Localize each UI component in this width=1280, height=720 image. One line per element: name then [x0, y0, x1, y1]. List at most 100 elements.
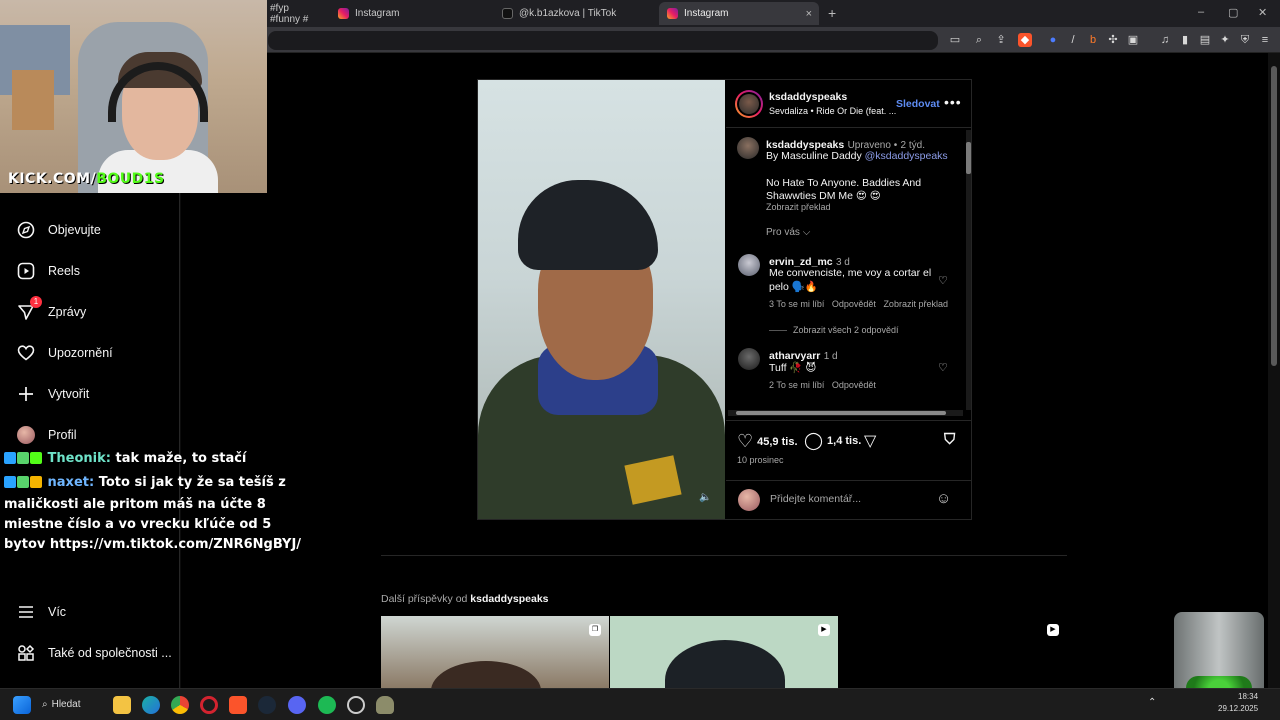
leo-ai-icon[interactable]: ✦ [1218, 33, 1232, 47]
comment-age: 1 d [823, 351, 838, 362]
taskbar-clock[interactable]: 18:34 29.12.2025 [1218, 691, 1258, 715]
tab-label: Instagram [684, 8, 729, 19]
caption-mention[interactable]: @ksdaddyspeaks [865, 150, 948, 162]
tab-instagram-active[interactable]: Instagram × [659, 2, 819, 25]
reply-button[interactable]: Odpovědět [832, 299, 876, 309]
brave-icon[interactable] [229, 696, 247, 714]
extension-icon[interactable]: b [1086, 33, 1100, 47]
heart-icon: ♡ [737, 431, 754, 451]
comments-scrollbar[interactable] [966, 130, 971, 410]
chrome-icon[interactable] [171, 696, 189, 714]
tab-instagram-1[interactable]: Instagram [330, 2, 490, 25]
comments-horizontal-scrollbar[interactable] [728, 410, 963, 416]
share-icon[interactable]: ▽ [864, 431, 876, 451]
extension-icon[interactable]: ● [1046, 33, 1060, 47]
caption-text: By Masculine Daddy [766, 150, 865, 162]
sidebar-item-profile[interactable]: Profil [16, 424, 76, 446]
close-tab-icon[interactable]: × [806, 8, 812, 20]
brave-shields-icon[interactable]: ◆ [1018, 33, 1032, 47]
like-comment-icon[interactable]: ♡ [938, 361, 948, 374]
sidebar-item-label: Reels [48, 264, 80, 278]
music-icon[interactable]: ♫ [1158, 33, 1172, 47]
author-avatar[interactable] [735, 90, 763, 118]
sidebar-item-messages[interactable]: 1 Zprávy [16, 296, 86, 323]
puzzle-icon[interactable]: ✣ [1106, 33, 1120, 47]
vpn-icon[interactable]: ⛨ [1238, 33, 1252, 47]
more-posts-username[interactable]: ksdaddyspeaks [470, 593, 548, 605]
sidebar-item-explore[interactable]: Objevujte [16, 219, 101, 241]
discord-icon[interactable] [288, 696, 306, 714]
edge-icon[interactable] [142, 696, 160, 714]
reel-video[interactable] [478, 80, 725, 519]
comment-avatar[interactable] [738, 254, 760, 276]
new-tab-button[interactable]: + [828, 5, 836, 21]
comment-avatar[interactable] [738, 348, 760, 370]
sidebar-item-also-from-meta[interactable]: Také od společnosti ... [16, 642, 172, 664]
steam-icon[interactable] [258, 696, 276, 714]
comment-header: atharvyarr 1 d [769, 348, 838, 362]
sidebar-icon[interactable]: ▮ [1178, 33, 1192, 47]
follow-button[interactable]: Sledovat [896, 98, 940, 110]
more-post-thumbnail[interactable]: ▶ [839, 616, 1067, 688]
sidebar-item-more[interactable]: Víc [16, 601, 66, 623]
zoom-icon[interactable]: ⌕ [972, 33, 986, 47]
instagram-sidebar: Objevujte Reels 1 Zprávy Upozornění Vytv… [0, 193, 180, 688]
more-post-thumbnail[interactable]: ▶ [610, 616, 838, 688]
wallet-icon[interactable]: ▤ [1198, 33, 1212, 47]
translate-button[interactable]: Zobrazit překlad [883, 299, 948, 309]
chat-username: naxet: [47, 475, 95, 490]
microphone-app-icon[interactable] [376, 696, 394, 714]
like-button[interactable]: ♡ 45,9 tis. [737, 431, 798, 452]
view-replies[interactable]: Zobrazit všech 2 odpovědí [769, 325, 899, 335]
comment-input[interactable]: Přidejte komentář... [770, 493, 861, 505]
extension-icon[interactable]: ▣ [1126, 33, 1140, 47]
address-bar[interactable] [268, 31, 938, 50]
bookmark-icon[interactable]: ⛉ [944, 431, 955, 448]
author-username[interactable]: ksdaddyspeaks [769, 91, 847, 103]
chevron-up-icon[interactable]: ⌃ [1148, 697, 1156, 708]
maximize-button[interactable]: ▢ [1228, 6, 1238, 19]
like-comment-icon[interactable]: ♡ [938, 274, 948, 287]
taskbar-search[interactable]: ⌕ Hledat [42, 694, 102, 714]
chat-username: Theonik: [47, 451, 111, 466]
emoji-icon[interactable]: ☺ [936, 490, 951, 507]
extension-icon[interactable]: / [1066, 33, 1080, 47]
obs-icon[interactable] [347, 696, 365, 714]
caption-header: ksdaddyspeaks Upraveno • 2 týd. [766, 137, 925, 151]
tab-fyp[interactable]: #fyp #funny # [262, 2, 324, 25]
page-scrollbar-thumb[interactable] [1271, 66, 1277, 366]
sidebar-item-create[interactable]: Vytvořit [16, 383, 89, 405]
video-subject-hair [518, 180, 658, 270]
close-window-button[interactable]: ✕ [1258, 6, 1267, 19]
clock-time: 18:34 [1238, 692, 1259, 701]
more-post-thumbnail[interactable]: ❐ [381, 616, 609, 688]
sidebar-item-reels[interactable]: Reels [16, 260, 80, 282]
chevron-down-icon: ⌵ [802, 227, 811, 238]
tab-tiktok[interactable]: @k.b1azkova | TikTok [494, 2, 654, 25]
comment-button[interactable]: ◯ 1,4 tis. [804, 431, 861, 451]
opera-icon[interactable] [200, 696, 218, 714]
minimize-button[interactable]: – [1198, 6, 1204, 18]
menu-icon[interactable]: ≡ [1258, 33, 1272, 47]
comment-likes[interactable]: 2 To se mi líbí [769, 380, 824, 390]
tab-label: #fyp #funny # [270, 2, 309, 25]
more-options-icon[interactable]: ••• [944, 94, 962, 110]
audio-track[interactable]: Sevdaliza • Ride Or Die (feat. ... [769, 106, 896, 116]
volume-icon[interactable]: 🔈 [699, 492, 711, 503]
share-icon[interactable]: ⇪ [994, 33, 1008, 47]
file-explorer-icon[interactable] [113, 696, 131, 714]
reel-icon: ▶ [1047, 624, 1059, 636]
caption-translate-link[interactable]: Zobrazit překlad [766, 202, 831, 212]
sidebar-item-notifications[interactable]: Upozornění [16, 342, 113, 364]
section-divider [381, 555, 1067, 556]
comment-likes[interactable]: 3 To se mi líbí [769, 299, 824, 309]
comment-text: Me convenciste, me voy a cortar el [769, 267, 932, 279]
cast-icon[interactable]: ▭ [948, 33, 962, 47]
caption-avatar[interactable] [737, 137, 759, 159]
comment-text: pelo 🗣️🔥 [769, 281, 818, 293]
for-you-filter[interactable]: Pro vás ⌵ [766, 227, 810, 238]
stream-chat-overlay: Theonik: tak maže, to stačí naxet: Toto … [4, 449, 304, 557]
windows-start-icon[interactable] [13, 696, 31, 714]
spotify-icon[interactable] [318, 696, 336, 714]
reply-button[interactable]: Odpovědět [832, 380, 876, 390]
